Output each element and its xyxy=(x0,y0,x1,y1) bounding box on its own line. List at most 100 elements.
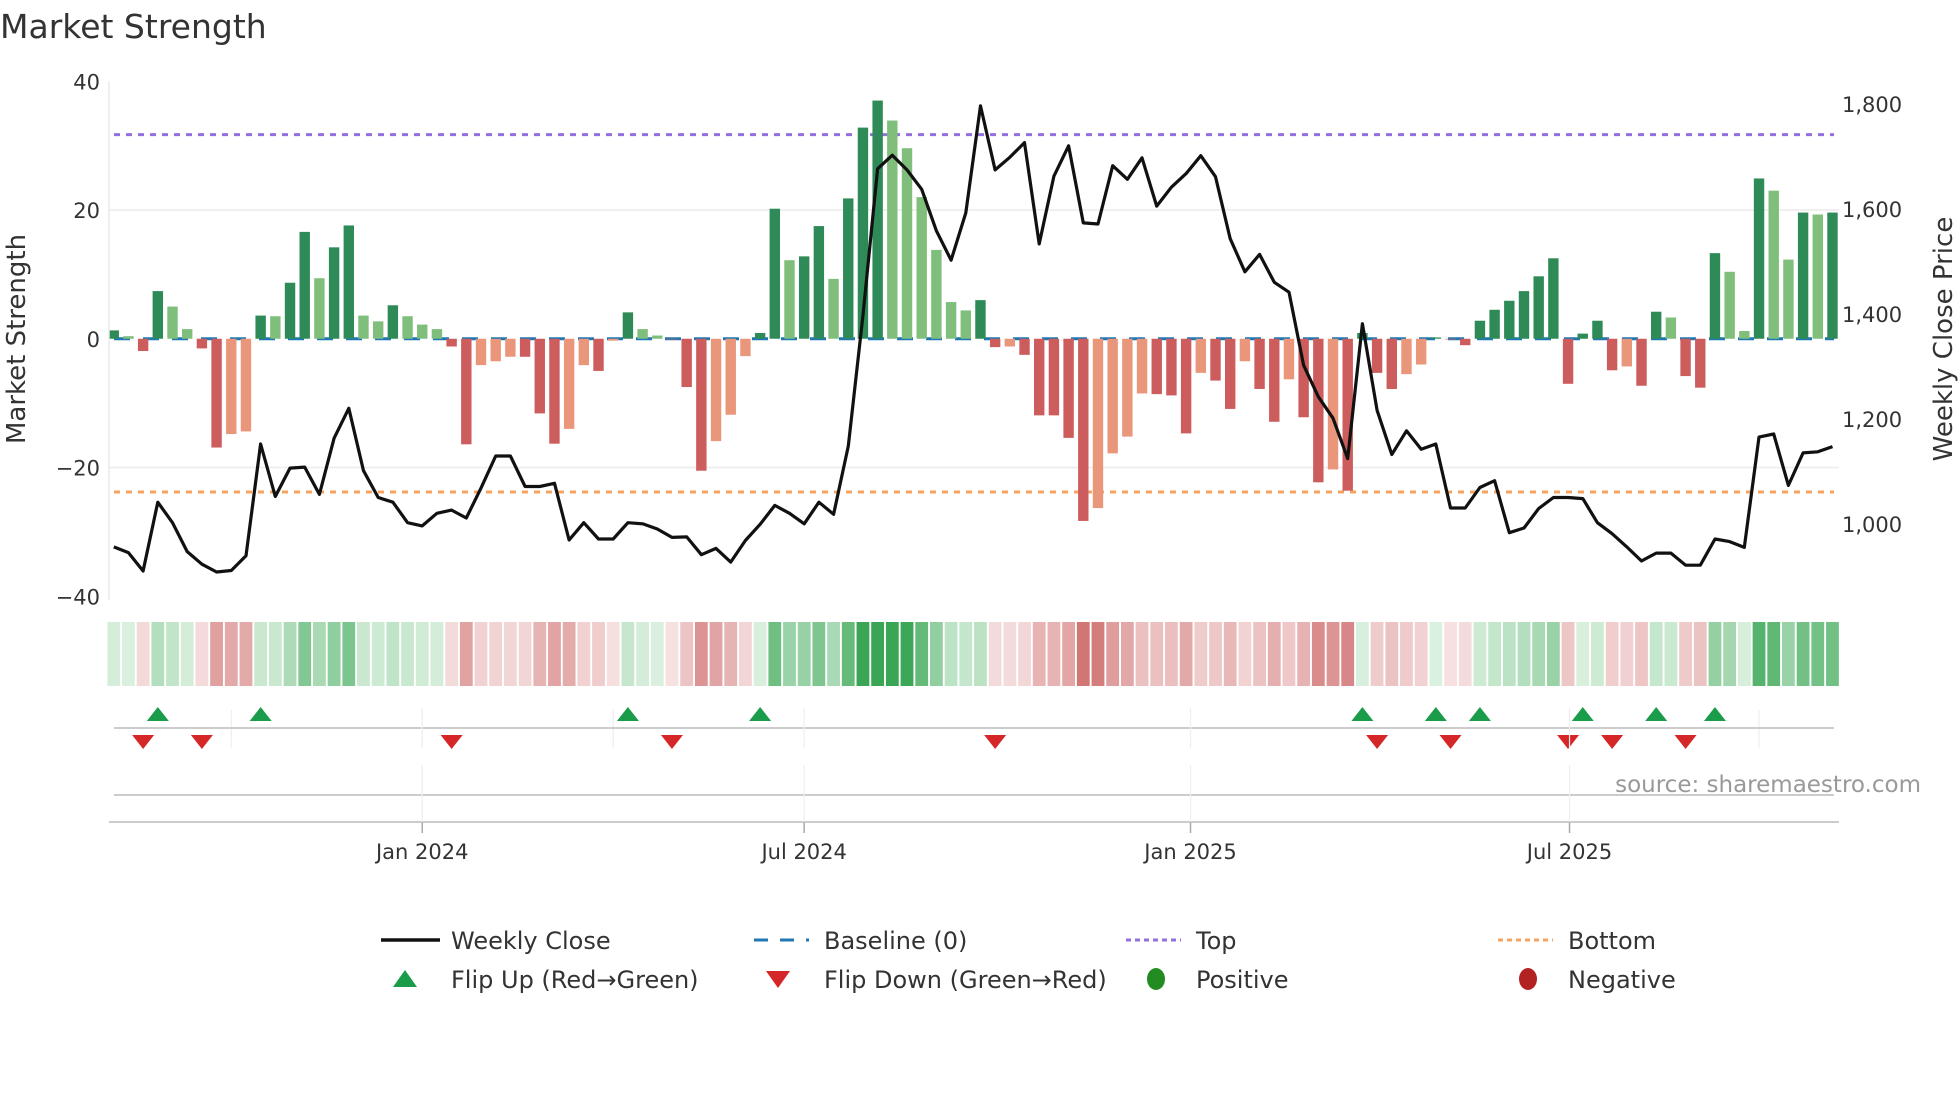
strength-bar xyxy=(887,120,898,339)
heatmap-cell xyxy=(283,622,297,686)
heatmap-cell xyxy=(856,622,870,686)
strength-bar xyxy=(725,338,736,415)
strength-bar xyxy=(534,338,545,414)
legend-item: Negative xyxy=(1519,966,1676,994)
legend-triangle-up-icon xyxy=(393,970,417,987)
heatmap-cell xyxy=(1620,622,1634,686)
strength-bar xyxy=(182,329,193,339)
heatmap-cell xyxy=(988,622,1002,686)
legend-item: Baseline (0) xyxy=(754,927,967,955)
heatmap-cell xyxy=(1326,622,1340,686)
heatmap-cell xyxy=(1679,622,1692,686)
strength-bar xyxy=(1753,178,1765,339)
heatmap-cell xyxy=(386,622,400,686)
legend-item: Bottom xyxy=(1498,927,1656,955)
strength-bar xyxy=(754,332,766,339)
heatmap-cell xyxy=(606,622,620,686)
strength-bar xyxy=(255,315,266,339)
strength-bar xyxy=(798,256,810,339)
heatmap-cell xyxy=(1723,622,1737,686)
legend-item: Weekly Close xyxy=(381,927,611,955)
heatmap-cell xyxy=(871,622,885,686)
heatmap-cell xyxy=(489,622,503,686)
heatmap-cell xyxy=(1150,622,1164,686)
heatmap-cell xyxy=(592,622,605,686)
heatmap-cell xyxy=(1502,622,1516,686)
heatmap-cell xyxy=(724,622,738,686)
strength-bar xyxy=(1577,333,1588,339)
heatmap-cell xyxy=(180,622,194,686)
strength-bar xyxy=(843,198,854,339)
heatmap-cell xyxy=(1341,622,1355,686)
strength-bar xyxy=(769,208,780,339)
heatmap-cell xyxy=(1356,622,1369,686)
legend-label: Weekly Close xyxy=(451,927,611,955)
heatmap-cell xyxy=(1488,622,1502,686)
strength-bar xyxy=(681,338,692,388)
strength-bar xyxy=(1151,338,1162,395)
strength-bar xyxy=(1606,338,1618,371)
flip-down-marker xyxy=(440,735,463,749)
strength-bar xyxy=(813,226,825,339)
heatmap-cell xyxy=(1223,622,1237,686)
heatmap-cell xyxy=(562,622,576,686)
heatmap-cell xyxy=(503,622,517,686)
strength-bar xyxy=(1812,214,1823,339)
legend-label: Bottom xyxy=(1568,927,1656,955)
strength-bar xyxy=(989,338,1001,348)
strength-bar xyxy=(1709,253,1721,339)
strength-bar xyxy=(1063,338,1074,438)
strength-bar xyxy=(1562,338,1574,384)
strength-bar xyxy=(123,336,134,339)
strength-bar xyxy=(1724,271,1735,339)
heatmap-cell xyxy=(577,622,591,686)
flip-up-marker xyxy=(616,707,639,721)
heatmap-cell xyxy=(1635,622,1648,686)
strength-bar xyxy=(1386,338,1397,389)
strength-bar xyxy=(1371,338,1383,373)
strength-bar xyxy=(1797,212,1809,339)
heatmap-cell xyxy=(1752,622,1766,686)
x-axis: Jan 2024 Jul 2024 Jan 2025 Jul 2025 xyxy=(109,708,1839,864)
heatmap-cell xyxy=(1297,622,1311,686)
heatmap-cell xyxy=(1708,622,1722,686)
y-tick-label: −40 xyxy=(56,585,100,609)
y2-tick-label: 1,800 xyxy=(1842,93,1902,117)
chart-title: Market Strength xyxy=(0,7,267,46)
y-tick-label: −20 xyxy=(56,457,100,481)
strength-bar xyxy=(1783,259,1794,339)
flip-down-marker xyxy=(1557,735,1580,749)
strength-bar xyxy=(1327,338,1339,470)
strength-bar xyxy=(152,291,164,339)
strength-bar xyxy=(1636,338,1647,386)
strength-bar xyxy=(1136,338,1148,394)
flip-up-marker xyxy=(1351,707,1374,721)
heatmap-cell xyxy=(1546,622,1560,686)
strength-bar xyxy=(358,315,369,339)
strength-bar xyxy=(1078,338,1089,521)
heatmap-cell xyxy=(445,622,459,686)
heatmap-cell xyxy=(195,622,209,686)
heatmap-cell xyxy=(136,622,150,686)
heatmap-cell xyxy=(415,622,429,686)
flip-down-marker xyxy=(1366,735,1389,749)
heatmap-cell xyxy=(313,622,326,686)
strength-bar xyxy=(931,249,942,339)
heatmap-cell xyxy=(915,622,929,686)
flip-down-marker xyxy=(1439,735,1462,749)
strength-bar xyxy=(505,338,516,357)
strength-bar xyxy=(608,338,619,341)
strength-bar xyxy=(1445,338,1456,340)
strength-bar xyxy=(1533,276,1544,339)
strength-bar xyxy=(1665,317,1677,339)
flip-up-marker xyxy=(1468,707,1491,721)
heatmap-cell xyxy=(665,622,679,686)
heatmap-cell xyxy=(518,622,532,686)
heatmap-cell xyxy=(1400,622,1413,686)
heatmap-cell xyxy=(944,622,958,686)
strength-bar xyxy=(1548,258,1559,339)
strength-bar xyxy=(1019,338,1030,355)
strength-bar xyxy=(372,321,384,339)
heatmap-cell xyxy=(959,622,973,686)
heatmap-cell xyxy=(709,622,723,686)
